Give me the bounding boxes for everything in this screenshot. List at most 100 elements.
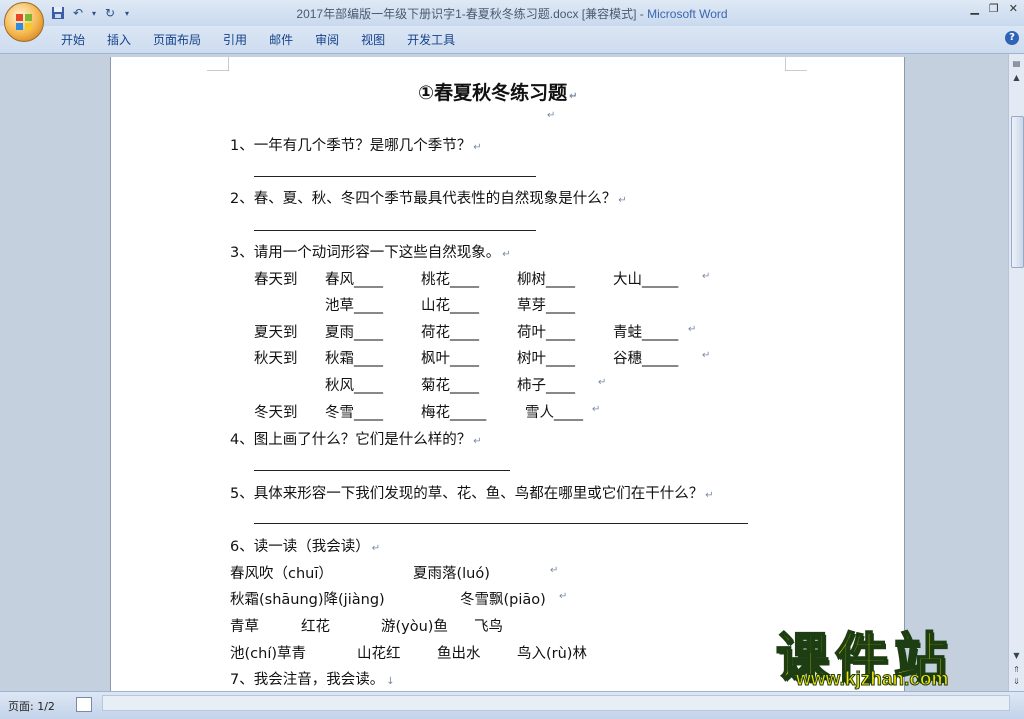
office-button[interactable] [4, 2, 44, 42]
crop-mark-right [785, 57, 807, 71]
title-bar: ↶ ▾ ↻ ▾ 2017年部编版一年级下册识字1-春夏秋冬练习题.docx [兼… [0, 0, 1024, 26]
question-1-text: 1、一年有几个季节？是哪几个季节？ [230, 138, 472, 154]
scroll-down-icon[interactable]: ▼ [1011, 650, 1022, 661]
question-3: 3、请用一个动词形容一下这些自然现象。 ↵ [230, 245, 511, 261]
tab-developer[interactable]: 开发工具 [396, 31, 466, 49]
blank-item: 秋霜____ [325, 351, 383, 367]
app-name: Microsoft Word [647, 7, 728, 21]
worksheet-title-text: ①春夏秋冬练习题 [418, 82, 568, 104]
blank-item: 荷花____ [421, 325, 479, 341]
blank-item: 荷叶____ [517, 325, 575, 341]
blank-item: 青蛙_____ [613, 325, 679, 341]
window-title: 2017年部编版一年级下册识字1-春夏秋冬练习题.docx [兼容模式] - M… [0, 5, 1024, 22]
question-5: 5、具体来形容一下我们发现的草、花、鱼、鸟都在哪里或它们在干什么？ ↵ [230, 486, 714, 502]
tab-page-layout[interactable]: 页面布局 [142, 31, 212, 49]
answer-line-1 [254, 176, 536, 177]
blank-item: 池草____ [325, 298, 383, 314]
paragraph-mark: ↵ [592, 404, 601, 415]
question-4: 4、图上画了什么？它们是什么样的？ ↵ [230, 432, 482, 448]
question-6-text: 6、读一读（我会读） [230, 539, 370, 555]
paragraph-mark: ↵ [688, 324, 697, 335]
answer-line-4 [254, 470, 510, 471]
reading-item: 鸟入(rù)林 [517, 646, 587, 662]
question-1: 1、一年有几个季节？是哪几个季节？ ↵ [230, 138, 482, 154]
blank-item: 谷穗_____ [613, 351, 679, 367]
tab-view[interactable]: 视图 [350, 31, 396, 49]
question-2: 2、春、夏、秋、冬四个季节最具代表性的自然现象是什么？ ↵ [230, 191, 627, 207]
season-spring-label: 春天到 [254, 272, 298, 288]
answer-line-5 [254, 523, 748, 524]
question-5-text: 5、具体来形容一下我们发现的草、花、鱼、鸟都在哪里或它们在干什么？ [230, 486, 704, 502]
question-7-text: 7、我会注音，我会读。 [230, 672, 385, 688]
blank-item: 雪人____ [525, 405, 583, 421]
reading-item: 青草 [230, 619, 259, 635]
blank-item: 桃花____ [421, 272, 479, 288]
reading-item: 夏雨落(luó) [413, 566, 490, 582]
ribbon-tab-bar: 开始 插入 页面布局 引用 邮件 审阅 视图 开发工具 ? [0, 26, 1024, 54]
reading-item: 山花红 [357, 646, 401, 662]
season-winter-label: 冬天到 [254, 405, 298, 421]
office-logo-icon [16, 14, 32, 30]
tab-review[interactable]: 审阅 [304, 31, 350, 49]
tab-insert[interactable]: 插入 [96, 31, 142, 49]
proofing-icon[interactable] [76, 697, 92, 712]
paragraph-mark: ↵ [550, 565, 559, 576]
blank-item: 冬雪____ [325, 405, 383, 421]
paragraph-mark: ↵ [702, 271, 711, 282]
ribbon-tabs: 开始 插入 页面布局 引用 邮件 审阅 视图 开发工具 [50, 31, 466, 49]
blank-item: 柳树____ [517, 272, 575, 288]
reading-item: 冬雪飘(piāo) [460, 592, 546, 608]
blank-item: 柿子____ [517, 378, 575, 394]
reading-item: 秋霜(shāung)降(jiàng) [230, 592, 385, 608]
blank-item: 夏雨____ [325, 325, 383, 341]
tab-home[interactable]: 开始 [50, 31, 96, 49]
blank-item: 菊花____ [421, 378, 479, 394]
watermark-url: www.kjzhan.com [795, 669, 949, 691]
paragraph-mark: ↵ [702, 350, 711, 361]
scroll-up-icon[interactable]: ▲ [1011, 72, 1022, 83]
restore-icon[interactable]: ❐ [989, 2, 999, 15]
reading-item: 春风吹（chuī） [230, 566, 333, 582]
question-4-text: 4、图上画了什么？它们是什么样的？ [230, 432, 472, 448]
blank-item: 秋风____ [325, 378, 383, 394]
blank-item: 枫叶____ [421, 351, 479, 367]
reading-item: 红花 [301, 619, 330, 635]
previous-page-icon[interactable]: ⇑ [1011, 664, 1022, 675]
blank-item: 山花____ [421, 298, 479, 314]
question-2-text: 2、春、夏、秋、冬四个季节最具代表性的自然现象是什么？ [230, 191, 617, 207]
help-icon[interactable]: ? [1005, 31, 1019, 45]
season-autumn-label: 秋天到 [254, 351, 298, 367]
blank-item: 树叶____ [517, 351, 575, 367]
reading-item: 鱼出水 [437, 646, 481, 662]
blank-item: 草芽____ [517, 298, 575, 314]
status-bar: 页面: 1/2 [0, 691, 1024, 719]
close-icon[interactable]: ✕ [1009, 2, 1018, 15]
question-7: 7、我会注音，我会读。 ↓ [230, 672, 395, 688]
blank-item: 梅花_____ [421, 405, 487, 421]
blank-item: 大山_____ [613, 272, 679, 288]
question-3-text: 3、请用一个动词形容一下这些自然现象。 [230, 245, 501, 261]
tab-references[interactable]: 引用 [212, 31, 258, 49]
scrollbar-thumb[interactable] [1011, 116, 1024, 268]
horizontal-scrollbar[interactable] [102, 695, 1010, 711]
page-counter[interactable]: 页面: 1/2 [8, 698, 55, 714]
ruler-toggle-icon[interactable]: ▤ [1011, 58, 1022, 69]
crop-mark-left [207, 57, 229, 71]
season-summer-label: 夏天到 [254, 325, 298, 341]
tab-mailings[interactable]: 邮件 [258, 31, 304, 49]
next-page-icon[interactable]: ⇓ [1011, 676, 1022, 687]
window-controls: ▁ ❐ ✕ [970, 2, 1018, 15]
vertical-scrollbar[interactable]: ▤ ▲ ▼ ⇑ ⇓ [1008, 54, 1024, 691]
minimize-icon[interactable]: ▁ [970, 2, 978, 15]
blank-item: 春风____ [325, 272, 383, 288]
question-6: 6、读一读（我会读） ↵ [230, 539, 381, 555]
worksheet-title: ①春夏秋冬练习题 ↵ [418, 82, 578, 104]
paragraph-mark: ↵ [547, 110, 556, 121]
answer-line-2 [254, 230, 536, 231]
reading-item: 飞鸟 [474, 619, 503, 635]
paragraph-mark: ↵ [559, 591, 568, 602]
reading-item: 池(chí)草青 [230, 646, 307, 662]
paragraph-mark: ↵ [598, 377, 607, 388]
reading-item: 游(yòu)鱼 [381, 619, 448, 635]
document-title: 2017年部编版一年级下册识字1-春夏秋冬练习题.docx [兼容模式] - [296, 7, 648, 21]
